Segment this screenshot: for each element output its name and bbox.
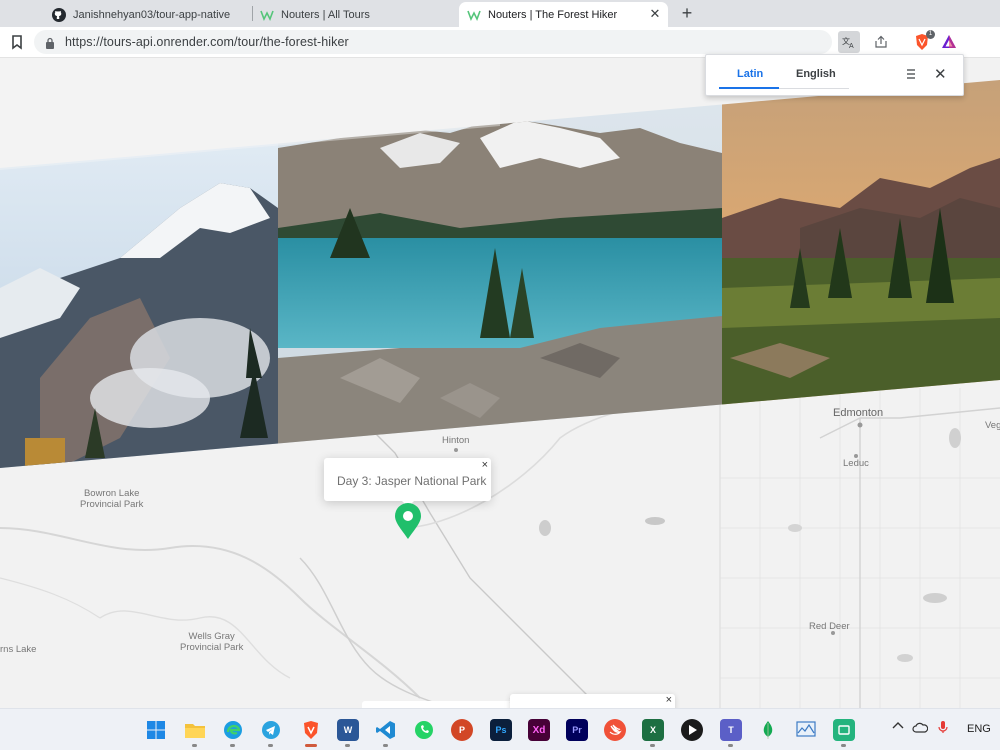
running-indicator (230, 744, 235, 747)
tab-title: Nouters | All Tours (281, 8, 370, 21)
tour-pictures-section (0, 58, 1000, 708)
share-icon[interactable] (870, 31, 892, 53)
translate-tab-english[interactable]: English (796, 68, 836, 80)
file-explorer-icon[interactable] (184, 719, 206, 741)
tab-all-tours[interactable]: Nouters | All Tours (252, 2, 457, 27)
github-icon (52, 7, 66, 22)
tab-title: Nouters | The Forest Hiker (488, 8, 618, 21)
word-icon[interactable]: W (337, 719, 359, 741)
shields-count-badge: 1 (926, 30, 935, 39)
translate-popup: Latin English ✕ (705, 54, 964, 96)
popup-close-icon[interactable]: × (482, 459, 488, 471)
translate-tab-latin[interactable]: Latin (737, 68, 763, 80)
running-indicator (345, 744, 350, 747)
translate-close-icon[interactable]: ✕ (934, 65, 947, 83)
language-indicator[interactable]: ENG (967, 723, 991, 735)
media-player-icon[interactable] (681, 719, 703, 741)
map-popup-partial[interactable]: × (362, 696, 515, 708)
tab-github[interactable]: Janishnehyan03/tour-app-native (44, 2, 250, 27)
brave-icon[interactable] (300, 719, 322, 741)
chevron-up-icon[interactable] (892, 720, 904, 733)
running-indicator (192, 744, 197, 747)
tour-pictures (0, 80, 1000, 468)
running-indicator (650, 744, 655, 747)
windows-taskbar: W P Ps Xd Pr X T ENG (0, 708, 1000, 750)
map-popup-text: Day 3: Jasper National Park (337, 474, 487, 488)
tab-title: Janishnehyan03/tour-app-native (73, 8, 231, 21)
tour-photo-3 (722, 80, 1000, 468)
whatsapp-icon[interactable] (413, 719, 435, 741)
running-indicator (383, 744, 388, 747)
translate-menu-icon[interactable] (904, 67, 918, 81)
vscode-icon[interactable] (375, 719, 397, 741)
running-indicator (728, 744, 733, 747)
running-indicator (268, 744, 273, 747)
popup-close-icon[interactable]: × (666, 694, 672, 706)
powerpoint-icon[interactable]: P (451, 719, 473, 741)
brave-rewards-icon[interactable] (938, 31, 960, 53)
map-popup-jasper[interactable]: Day 3: Jasper National Park × (324, 458, 491, 507)
teams-icon[interactable]: T (720, 719, 742, 741)
photoshop-icon[interactable]: Ps (490, 719, 512, 741)
nouters-logo-icon (260, 8, 274, 22)
resource-monitor-icon[interactable] (795, 719, 817, 741)
close-tab-icon[interactable]: ✕ (648, 7, 662, 21)
map-pin-icon[interactable] (394, 502, 422, 540)
mongodb-icon[interactable] (757, 719, 779, 741)
tab-forest-hiker[interactable]: Nouters | The Forest Hiker ✕ (459, 2, 668, 27)
telegram-icon[interactable] (260, 719, 282, 741)
edge-icon[interactable] (222, 719, 244, 741)
tour-photo-2 (278, 80, 722, 468)
new-tab-button[interactable]: + (676, 3, 698, 23)
nouters-logo-icon (467, 8, 481, 22)
premiere-pro-icon[interactable]: Pr (566, 719, 588, 741)
tab-strip: Janishnehyan03/tour-app-native Nouters |… (0, 0, 1000, 27)
selected-tab-indicator (719, 87, 779, 89)
tab-divider (779, 88, 849, 89)
adobe-xd-icon[interactable]: Xd (528, 719, 550, 741)
lock-icon[interactable] (45, 36, 55, 49)
omnibox[interactable]: https://tours-api.onrender.com/tour/the-… (34, 30, 832, 54)
bookmark-icon[interactable] (9, 34, 25, 50)
brave-shields-icon[interactable]: 1 (911, 30, 935, 53)
running-indicator (841, 744, 846, 747)
active-indicator (305, 744, 317, 747)
start-icon[interactable] (145, 719, 167, 741)
translate-icon[interactable]: 文A (838, 31, 860, 53)
url-text: https://tours-api.onrender.com/tour/the-… (65, 35, 349, 49)
snipping-tool-icon[interactable] (833, 719, 855, 741)
map-popup-partial[interactable]: × (510, 694, 675, 708)
excel-icon[interactable]: X (642, 719, 664, 741)
swift-icon[interactable] (604, 719, 626, 741)
page-content: Edmonton Hinton Leduc Bowron Lake Provin… (0, 58, 1000, 708)
cloud-icon[interactable] (912, 721, 929, 736)
svg-text:A: A (849, 43, 854, 49)
microphone-icon[interactable] (938, 720, 948, 737)
tour-photo-1 (0, 80, 278, 468)
